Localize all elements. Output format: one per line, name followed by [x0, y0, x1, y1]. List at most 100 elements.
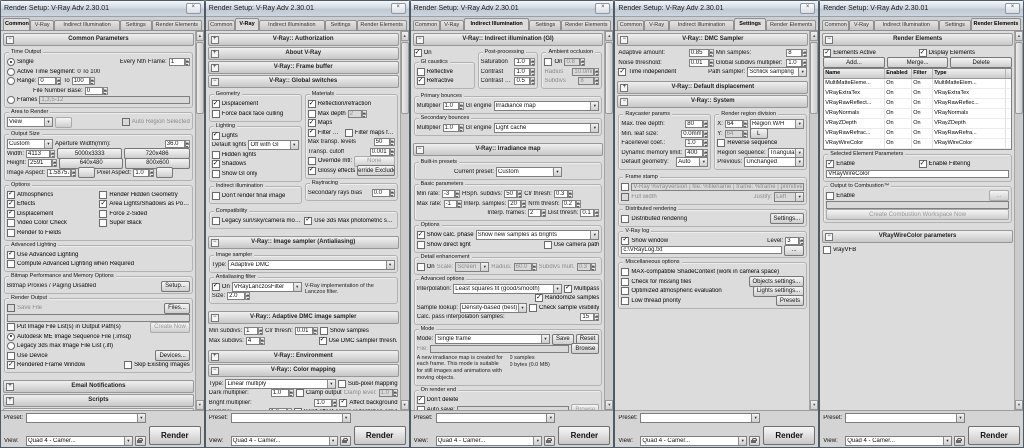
text-field[interactable]	[270, 389, 289, 397]
expand-icon[interactable]: +	[210, 36, 219, 44]
spinner[interactable]	[703, 139, 709, 147]
viewport-dropdown[interactable]: Quad 4 - Camer... ▼	[26, 435, 133, 446]
preset-dropdown[interactable]: ▼	[845, 412, 965, 423]
spinner-down-icon[interactable]	[389, 142, 395, 146]
render-element-row[interactable]: VRayWireColor On On VRayWireColor	[824, 139, 1011, 149]
dropdown-custom[interactable]: Custom ▼	[7, 139, 53, 149]
collapse-icon[interactable]: −	[825, 36, 834, 44]
window-titlebar[interactable]: Render Setup: V-Ray Adv 2.30.01 ×	[205, 1, 409, 17]
spinner[interactable]	[802, 49, 808, 57]
checkbox-effects[interactable]: Effects	[7, 200, 97, 208]
spinner-down-icon[interactable]	[392, 393, 398, 397]
tab-common[interactable]: Common	[207, 20, 235, 30]
text-field[interactable]	[786, 58, 803, 67]
tab-indirect-illumination[interactable]: Indirect Illumination	[259, 20, 325, 30]
text-field[interactable]	[442, 124, 459, 132]
spinner[interactable]	[312, 327, 318, 335]
tab-render-elements[interactable]: Render Elements	[766, 20, 817, 30]
text-field[interactable]	[561, 199, 576, 208]
checkbox-on[interactable]: On	[211, 282, 230, 291]
text-field[interactable]	[514, 67, 531, 76]
rollout-header[interactable]: − V-Ray:: DMC Sampler	[617, 33, 809, 46]
render-button[interactable]: Render	[763, 426, 816, 445]
spinner-down-icon[interactable]	[541, 213, 547, 217]
button-merge[interactable]: Merge...	[886, 57, 949, 68]
tab-indirect-illumination[interactable]: Indirect Illumination	[668, 20, 735, 30]
checkbox-use-device[interactable]: Use Device	[7, 351, 153, 360]
scrollbar[interactable]: ▲ ▼	[604, 31, 614, 410]
collapse-icon[interactable]: −	[825, 232, 834, 241]
tab-v-ray[interactable]: V-Ray	[234, 18, 260, 30]
checkbox-video-color-check[interactable]: Video Color Check	[7, 219, 97, 227]
checkbox-super-black[interactable]: Super Black	[99, 219, 189, 227]
render-button[interactable]: Render	[558, 426, 611, 445]
checkbox-displacement[interactable]: Displacement	[211, 100, 258, 108]
text-field[interactable]	[244, 327, 259, 335]
spinner[interactable]	[184, 140, 190, 148]
spinner[interactable]	[742, 129, 748, 138]
render-element-row[interactable]: MultiMatteEleme... On On MultiMatteElem...	[824, 79, 1011, 89]
text-field[interactable]	[724, 120, 743, 128]
tab-v-ray[interactable]: V-Ray	[29, 20, 55, 30]
text-field[interactable]	[786, 49, 803, 57]
spinner-down-icon[interactable]	[530, 71, 536, 76]
text-field[interactable]	[314, 398, 333, 407]
tab-v-ray[interactable]: V-Ray	[849, 20, 874, 30]
spinner-down-icon[interactable]	[799, 240, 805, 245]
spinner[interactable]	[708, 49, 714, 57]
spinner-down-icon[interactable]	[454, 194, 460, 198]
scroll-down-icon[interactable]: ▼	[400, 400, 409, 410]
spinner[interactable]	[149, 168, 155, 177]
checkbox-check-sample-visibility[interactable]: Check sample visibility	[529, 303, 599, 312]
spinner[interactable]	[703, 148, 709, 157]
rollout-header[interactable]: − V-Ray:: System	[617, 95, 809, 108]
checkbox-hidden-lights[interactable]: Hidden lights	[211, 150, 256, 159]
button-settings[interactable]: Settings...	[769, 213, 805, 224]
auto-save-file-field[interactable]	[456, 405, 570, 410]
text-field[interactable]	[528, 209, 542, 217]
checkbox-display-elements[interactable]: Display Elements	[918, 49, 1012, 57]
text-field[interactable]	[580, 209, 595, 217]
scrollbar[interactable]: ▲ ▼	[809, 31, 819, 410]
spinner[interactable]	[703, 129, 709, 138]
scroll-thumb[interactable]	[195, 42, 204, 114]
checkbox-atmospherics[interactable]: Atmospherics	[7, 190, 97, 199]
close-icon[interactable]: ×	[185, 3, 201, 14]
checkbox-reverse-sequence[interactable]: Reverse sequence	[717, 139, 777, 147]
text-field[interactable]	[688, 49, 709, 57]
pixel-aspect-lock-button[interactable]	[156, 167, 174, 178]
dropdown-linear-multiply[interactable]: Linear multiply ▼	[225, 378, 336, 389]
tab-render-elements[interactable]: Render Elements	[151, 20, 202, 30]
checkbox-clamp-output[interactable]: Clamp output	[295, 389, 342, 397]
dropdown-triangulation[interactable]: Triangulation▼	[767, 147, 805, 158]
text-field[interactable]	[681, 129, 704, 138]
checkbox-maps[interactable]: Maps	[307, 119, 332, 127]
close-icon[interactable]: ×	[390, 3, 406, 14]
scroll-up-icon[interactable]: ▲	[810, 31, 819, 41]
checkbox-multipass[interactable]: Multipass	[564, 284, 599, 293]
viewport-dropdown[interactable]: Quad 4 - Camer... ▼	[640, 435, 748, 446]
radio-active-time-segment[interactable]: Active Time Segment:	[7, 67, 75, 76]
render-element-row[interactable]: VRayRawRefrac... On On VRayRawRefra...	[824, 129, 1011, 139]
expand-icon[interactable]: +	[6, 383, 14, 391]
checkbox-filter-maps-for-gi[interactable]: Filter maps for GI	[344, 128, 395, 137]
close-icon[interactable]: ×	[595, 3, 611, 14]
rollout-header[interactable]: − V-Ray:: Indirect illumination (GI)	[412, 33, 604, 46]
text-field[interactable]	[685, 139, 704, 147]
dropdown-show-new-samples-as-brights[interactable]: Show new samples as brights ▼	[475, 230, 600, 240]
region-edit-button[interactable]	[55, 116, 72, 128]
checkbox-randomize-samples[interactable]: Randomize samples	[535, 294, 599, 302]
checkbox-reflection-refraction[interactable]: Reflection/refraction	[307, 100, 371, 108]
checkbox-override-mtl[interactable]: Override mtl:	[307, 157, 352, 165]
rollout-header[interactable]: + V-Ray:: Authorization	[207, 33, 399, 46]
spinner[interactable]	[742, 120, 748, 128]
dropdown-irradiance-map[interactable]: Irradiance map ▼	[493, 101, 600, 111]
tab-indirect-illumination[interactable]: Indirect Illumination	[54, 20, 120, 30]
view-lock-icon[interactable]	[953, 435, 965, 446]
spinner[interactable]	[245, 292, 251, 300]
spinner-down-icon[interactable]	[594, 317, 600, 321]
button-files[interactable]: Files...	[164, 302, 190, 314]
spinner[interactable]	[458, 124, 464, 132]
spinner[interactable]	[56, 77, 62, 85]
text-field[interactable]	[553, 190, 568, 198]
